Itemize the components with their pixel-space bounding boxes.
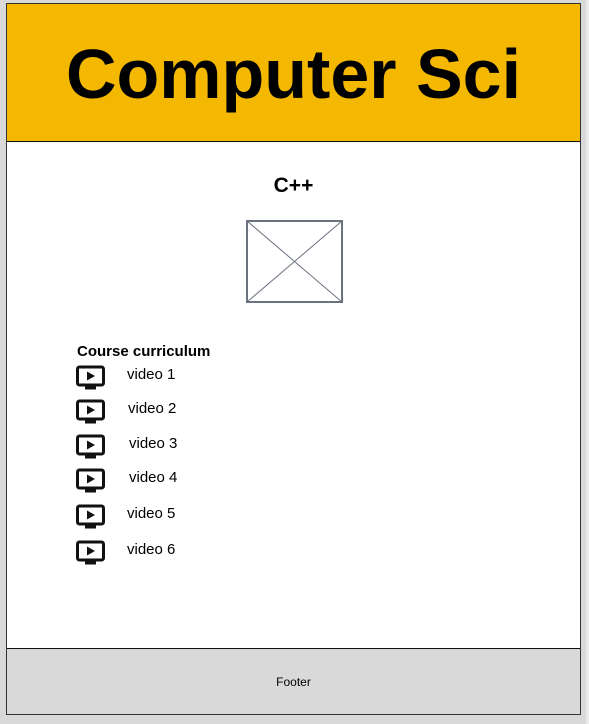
course-title: C++ [273,174,314,197]
play-video-icon [76,434,105,459]
video-label: video 5 [127,505,176,522]
page: Computer Sci C++ Course curriculum video… [6,3,581,715]
site-header: Computer Sci [7,4,580,142]
image-placeholder-icon [246,220,343,303]
video-label: video 6 [127,541,176,558]
footer-text: Footer [276,674,311,689]
play-video-icon [76,399,105,424]
video-label: video 2 [128,400,177,417]
play-video-icon [76,468,105,493]
play-video-icon [76,540,105,565]
site-title: Computer Sci [65,34,522,113]
video-label: video 1 [127,366,176,383]
play-video-icon [76,504,105,529]
play-video-icon [76,365,105,390]
site-footer: Footer [7,648,580,714]
video-label: video 3 [129,435,178,452]
video-label: video 4 [129,469,178,486]
curriculum-heading: Course curriculum [77,343,211,360]
